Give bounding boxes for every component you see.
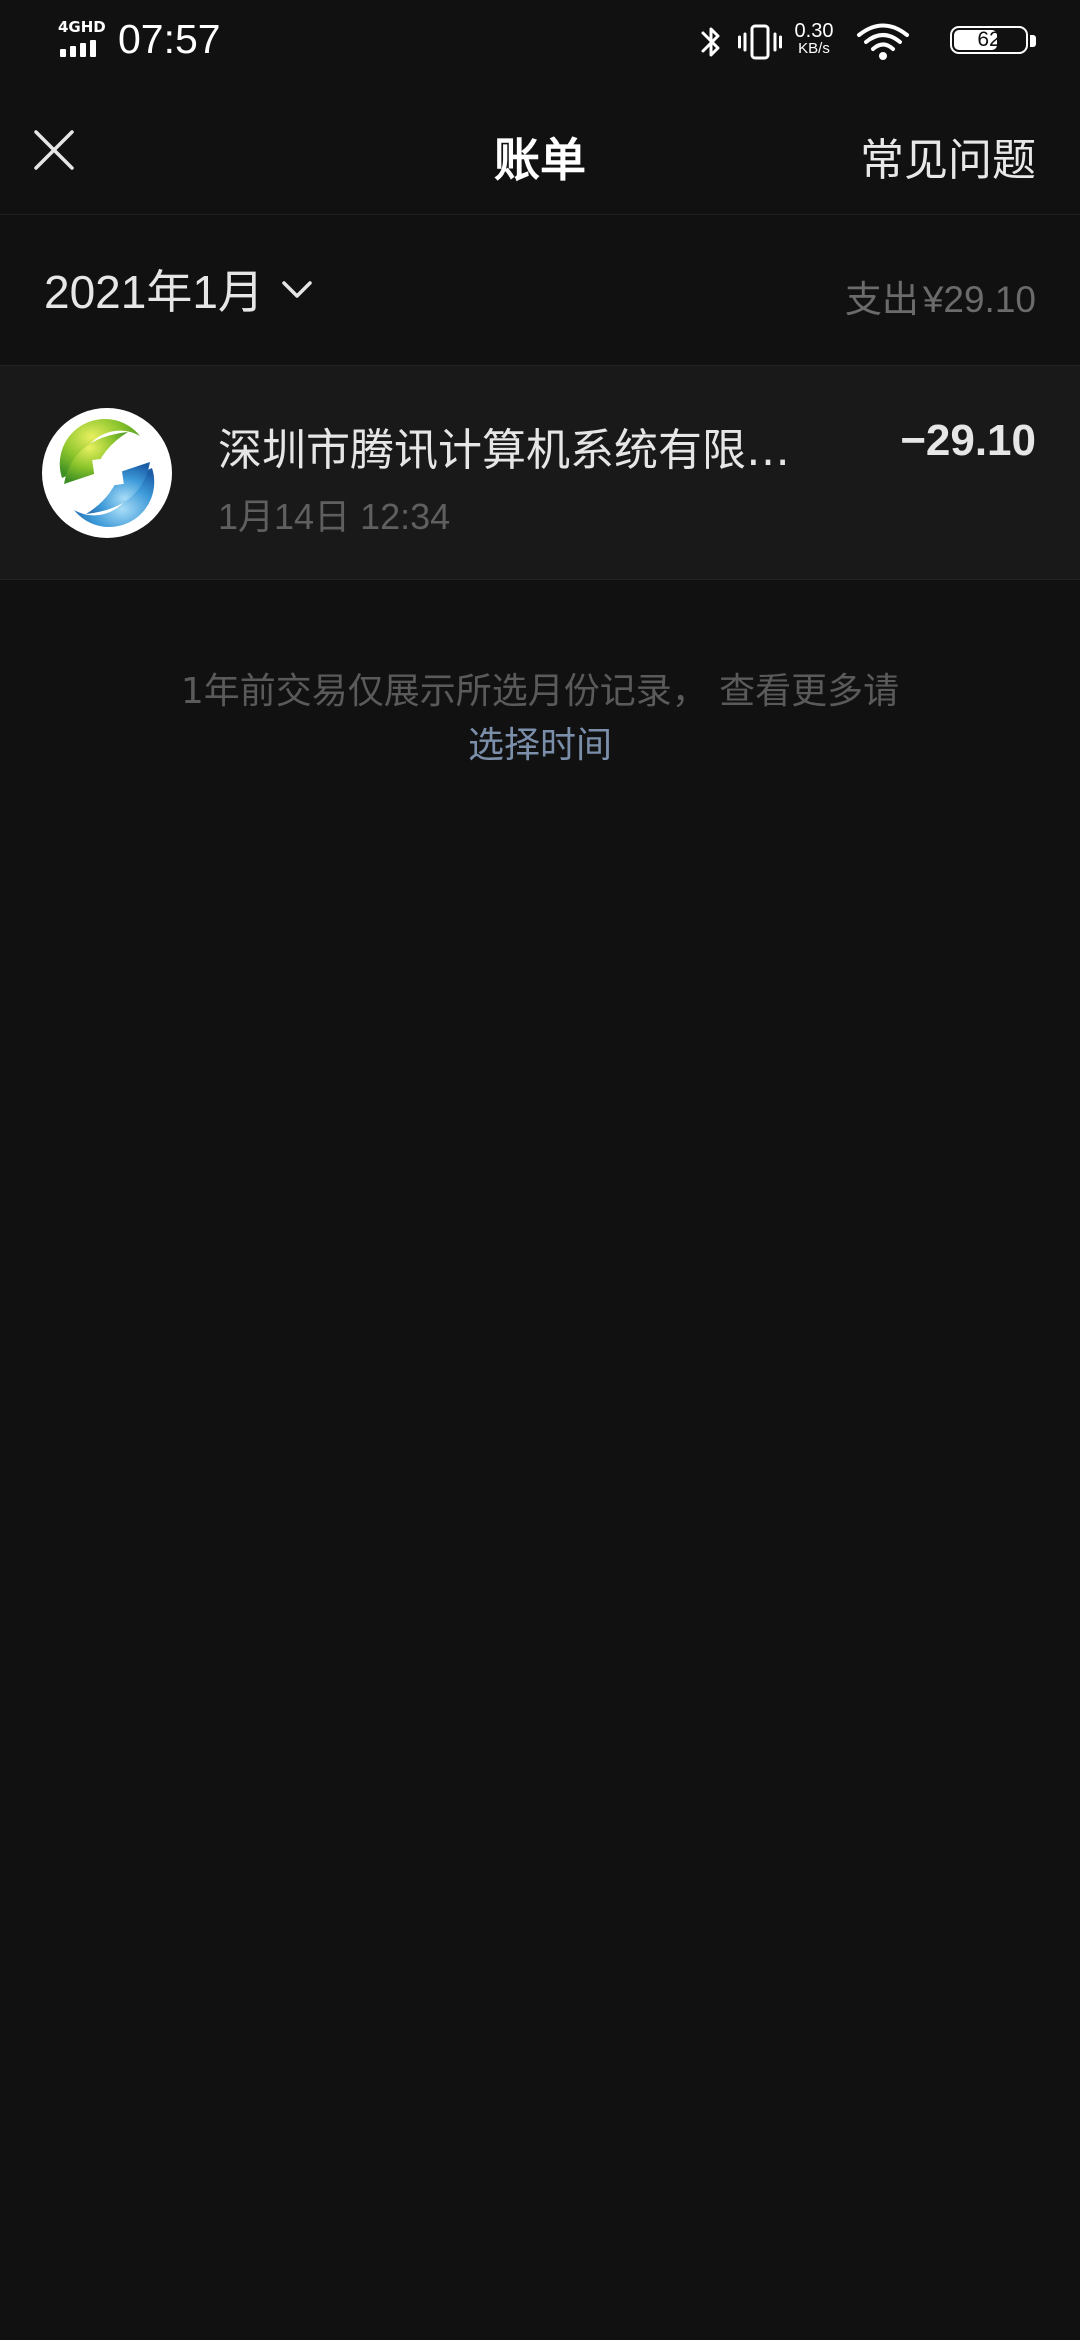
network-speed-unit: KB/s (798, 40, 830, 57)
status-time: 07:57 (118, 16, 221, 62)
merchant-name: 深圳市腾讯计算机系统有限… (218, 425, 790, 476)
month-label: 2021年1月 (44, 266, 264, 318)
bill-page: 4GHD 07:57 0.30 KB/s 62 账单 常见问题 2021年1月 … (0, 0, 1080, 2340)
expense-value: ¥29.10 (922, 279, 1036, 320)
cellular-signal-icon: 4GHD (58, 18, 108, 62)
history-note-text: 1年前交易仅展示所选月份记录， 查看更多请 (180, 671, 900, 712)
select-time-link[interactable]: 选择时间 (468, 719, 612, 773)
faq-link[interactable]: 常见问题 (860, 124, 1036, 188)
chevron-down-icon (282, 281, 312, 298)
month-header: 2021年1月 支出 ¥29.10 (0, 215, 1080, 365)
network-speed-value: 0.30 (794, 20, 834, 42)
month-selector[interactable]: 2021年1月 (44, 259, 314, 319)
bluetooth-icon (701, 27, 720, 57)
wifi-icon (857, 23, 909, 60)
network-speed: 0.30 KB/s (788, 20, 840, 58)
status-bar: 4GHD 07:57 0.30 KB/s 62 (0, 0, 1080, 86)
battery-icon: 62 (950, 26, 1040, 58)
history-note: 1年前交易仅展示所选月份记录， 查看更多请 选择时间 (0, 665, 1080, 773)
nav-bar: 账单 常见问题 (0, 86, 1080, 215)
merchant-logo (42, 408, 172, 538)
month-expense-total: 支出 ¥29.10 (845, 269, 1036, 323)
transaction-amount: −29.10 (900, 416, 1036, 465)
transaction-row[interactable]: 深圳市腾讯计算机系统有限… 1月14日 12:34 −29.10 (0, 365, 1080, 580)
vibrate-icon (738, 24, 782, 60)
expense-label: 支出 (844, 279, 919, 320)
battery-level: 62 (977, 28, 1001, 51)
network-type: 4GHD (58, 18, 106, 36)
transaction-time: 1月14日 12:34 (218, 496, 451, 537)
